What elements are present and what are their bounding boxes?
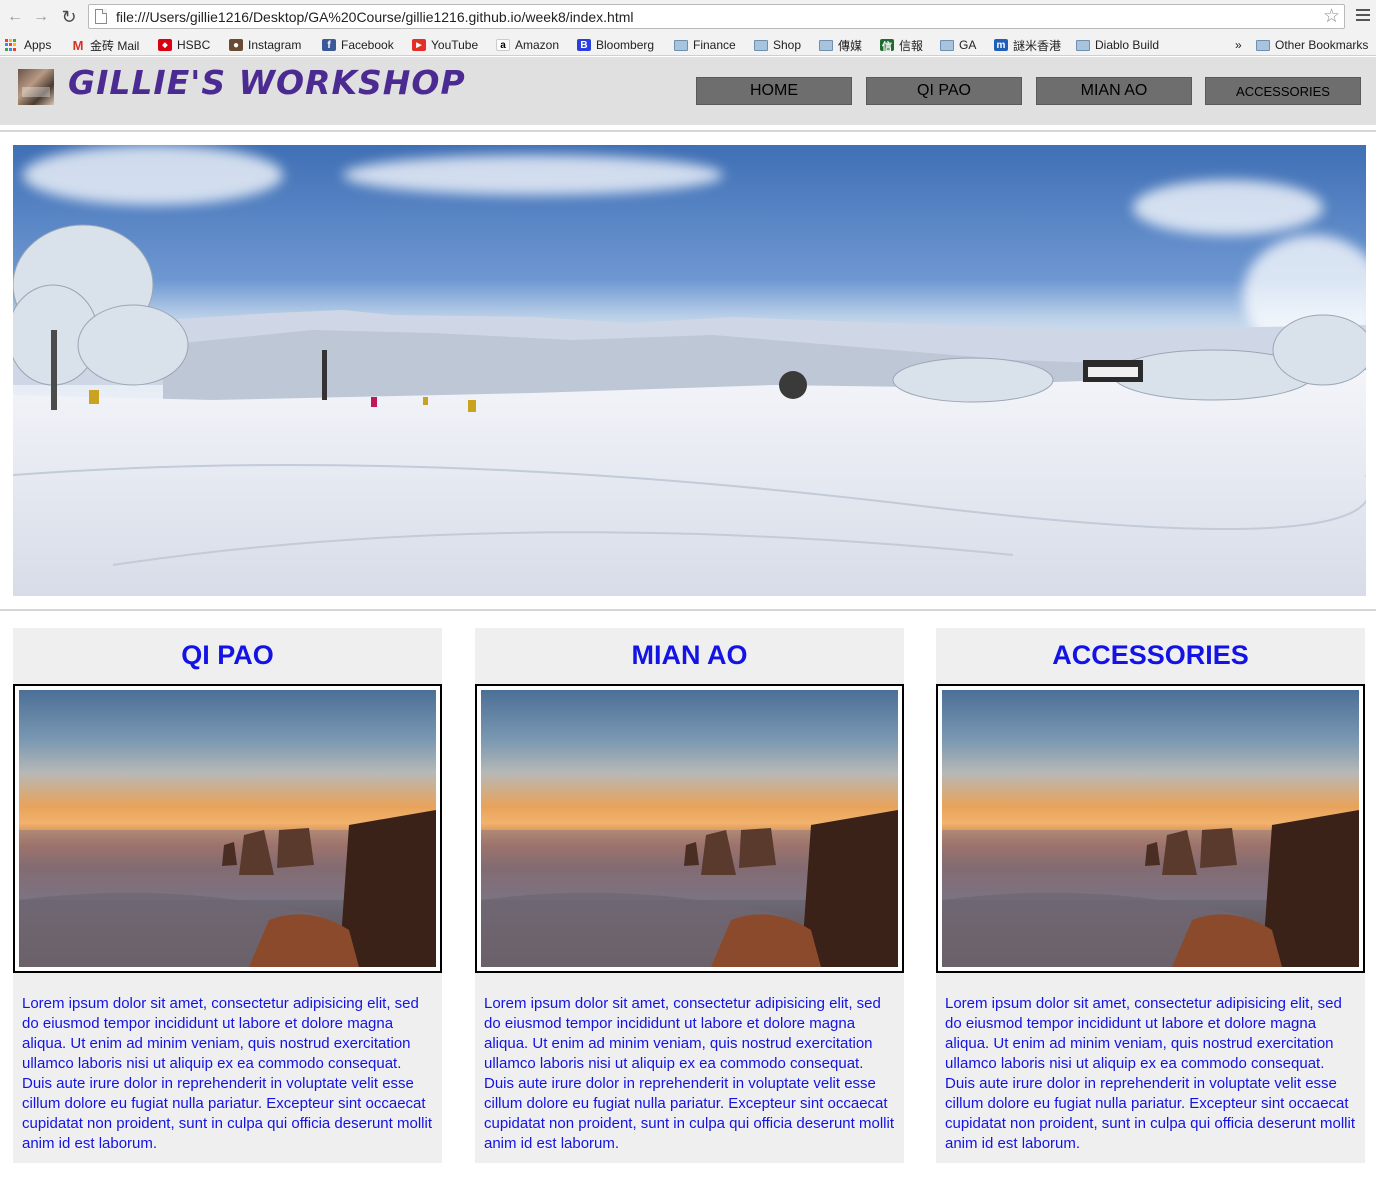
apps-grid-icon [5,38,18,52]
bookmark-folder-media[interactable]: 傳媒 [819,37,862,53]
reload-icon[interactable]: ↻ [58,6,80,28]
site-header: GILLIE'S WORKSHOP HOME QI PAO MIAN AO AC… [0,57,1376,125]
bookmark-apps[interactable]: Apps [5,37,51,53]
card-description: Lorem ipsum dolor sit amet, consectetur … [945,995,1355,1152]
memehk-icon: m [994,39,1008,51]
bookmark-folder-shop[interactable]: Shop [754,37,801,53]
coastal-sunset-photo[interactable] [481,690,898,967]
gmail-icon: M [72,37,84,53]
bookmark-star-icon[interactable]: ☆ [1323,5,1340,28]
card-description: Lorem ipsum dolor sit amet, consectetur … [22,995,432,1152]
instagram-icon: ● [229,39,243,51]
sea-stacks-illustration [481,810,898,967]
bookmark-bloomberg[interactable]: B Bloomberg [577,37,654,53]
nav-qi-pao[interactable]: QI PAO [866,77,1022,105]
coastal-sunset-photo[interactable] [19,690,436,967]
bookmarks-bar: Apps M 金砖 Mail ◆ HSBC ● Instagram f Face… [0,34,1376,56]
amazon-icon: a [496,39,510,51]
bookmark-hkej[interactable]: 信 信報 [880,37,923,53]
nav-home[interactable]: HOME [696,77,852,105]
card-qi-pao: QI PAO Lorem ipsum dolor sit amet, conse… [13,628,442,1163]
bookmarks-overflow-button[interactable]: » [1235,37,1242,53]
card-title[interactable]: ACCESSORIES [936,640,1365,671]
address-bar[interactable]: file:///Users/gillie1216/Desktop/GA%20Co… [88,4,1345,29]
bloomberg-icon: B [577,39,591,51]
sea-stacks-illustration [942,810,1359,967]
hero-ski-panorama [13,145,1366,596]
header-divider [0,130,1376,132]
hsbc-icon: ◆ [158,39,172,51]
bookmark-folder-finance[interactable]: Finance [674,37,736,53]
page-icon [95,9,107,24]
card-image-frame [936,684,1365,973]
bookmark-folder-ga[interactable]: GA [940,37,976,53]
ski-slope-illustration [13,224,1366,596]
card-image-frame [13,684,442,973]
card-title[interactable]: QI PAO [13,640,442,671]
back-arrow-icon[interactable]: ← [4,6,26,28]
folder-icon [819,39,833,51]
card-description: Lorem ipsum dolor sit amet, consectetur … [484,995,894,1152]
card-mian-ao: MIAN AO Lorem ipsum dolor sit amet, cons… [475,628,904,1163]
browser-menu-icon[interactable] [1356,9,1370,23]
card-image-frame [475,684,904,973]
site-title[interactable]: GILLIE'S WORKSHOP [68,63,466,102]
bookmark-hsbc[interactable]: ◆ HSBC [158,37,210,53]
bookmark-facebook[interactable]: f Facebook [322,37,394,53]
sea-stacks-illustration [19,810,436,967]
bookmark-amazon[interactable]: a Amazon [496,37,559,53]
folder-icon [1256,39,1270,51]
coastal-sunset-photo[interactable] [942,690,1359,967]
nav-mian-ao[interactable]: MIAN AO [1036,77,1192,105]
bookmark-folder-diablo[interactable]: Diablo Build [1076,37,1159,53]
folder-icon [674,39,688,51]
bookmark-gmail[interactable]: M 金砖 Mail [71,37,140,53]
browser-toolbar: ← → ↻ file:///Users/gillie1216/Desktop/G… [0,0,1376,34]
folder-icon [754,39,768,51]
nav-accessories[interactable]: ACCESSORIES [1205,77,1361,105]
bookmark-instagram[interactable]: ● Instagram [229,37,301,53]
card-title[interactable]: MIAN AO [475,640,904,671]
bookmark-memehk[interactable]: m 謎米香港 [994,37,1061,53]
card-accessories: ACCESSORIES Lorem ipsum dolor sit amet, … [936,628,1365,1163]
hero-divider [0,609,1376,611]
address-bar-url[interactable]: file:///Users/gillie1216/Desktop/GA%20Co… [116,9,634,25]
forward-arrow-icon[interactable]: → [30,6,52,28]
logo-image[interactable] [18,69,54,105]
other-bookmarks-folder[interactable]: Other Bookmarks [1256,37,1368,53]
hkej-icon: 信 [880,39,894,53]
folder-icon [940,39,954,51]
facebook-icon: f [322,39,336,51]
bookmark-youtube[interactable]: ▶ YouTube [412,37,478,53]
youtube-icon: ▶ [412,39,426,51]
folder-icon [1076,39,1090,51]
